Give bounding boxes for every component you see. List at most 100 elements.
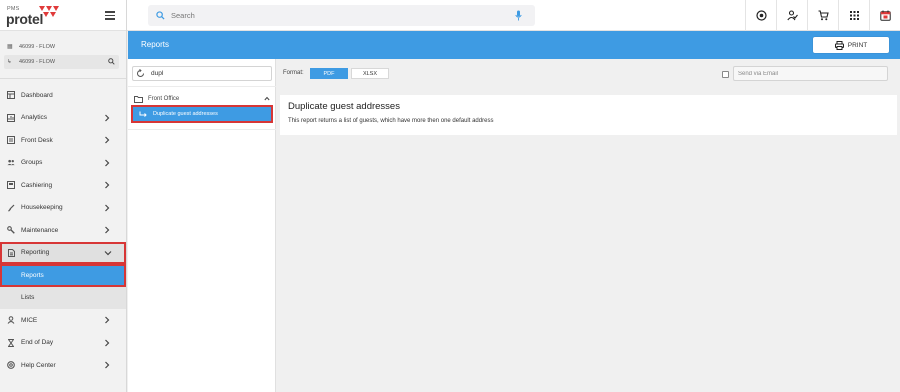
- search-icon[interactable]: [108, 58, 115, 65]
- chevron-right-icon: [105, 226, 110, 234]
- sidebar-item-dashboard[interactable]: Dashboard: [0, 84, 126, 107]
- sidebar-item-label: Help Center: [21, 361, 56, 369]
- cart-button[interactable]: [807, 0, 838, 31]
- page-header: Reports PRINT: [128, 31, 900, 59]
- sidebar-item-mice[interactable]: MICE: [0, 309, 126, 332]
- chevron-right-icon: [105, 204, 110, 211]
- folder-icon: [134, 95, 143, 103]
- send-email-input[interactable]: [733, 66, 888, 81]
- return-arrow-icon: ↳: [7, 59, 12, 65]
- sidebar-item-analytics[interactable]: Analytics: [0, 107, 126, 130]
- property-selector[interactable]: ↳ 46099 - FLOW: [4, 55, 119, 69]
- sidebar-item-label: Housekeeping: [21, 204, 63, 212]
- sidebar-divider: [0, 78, 126, 79]
- chevron-right-icon: [105, 114, 110, 121]
- sidebar: PMS protel ▦ 46099 - FLOW ↳ 46099 - FLOW…: [0, 0, 127, 392]
- report-title: Duplicate guest addresses: [288, 101, 400, 112]
- apps-button[interactable]: [838, 0, 869, 31]
- person-check-icon: [786, 10, 798, 21]
- format-label: Format:: [283, 70, 304, 76]
- sidebar-item-groups[interactable]: Groups: [0, 152, 126, 175]
- sidebar-item-cashiering[interactable]: Cashiering: [0, 174, 126, 197]
- sidebar-item-label: Maintenance: [21, 226, 59, 234]
- logo-mark-icon: [39, 6, 59, 17]
- sidebar-item-label: Groups: [21, 159, 43, 167]
- folder-label: Front Office: [148, 96, 180, 102]
- sidebar-item-label: MICE: [21, 316, 38, 324]
- chevron-right-icon: [105, 136, 110, 144]
- calendar-icon: [879, 10, 891, 21]
- groups-icon: [7, 159, 15, 167]
- sidebar-item-help-center[interactable]: Help Center: [0, 354, 126, 377]
- report-filter[interactable]: [132, 66, 272, 81]
- top-bar: [127, 0, 900, 31]
- broom-icon: [7, 204, 15, 212]
- hamburger-menu-icon[interactable]: [105, 11, 115, 20]
- sidebar-item-label: Dashboard: [21, 91, 53, 99]
- report-description-card: Duplicate guest addresses This report re…: [280, 95, 897, 135]
- check-in-button[interactable]: [776, 0, 807, 31]
- analytics-icon: [7, 113, 15, 122]
- dashboard-icon: [7, 91, 15, 100]
- cart-icon: [818, 10, 829, 21]
- chevron-up-icon[interactable]: [264, 96, 270, 101]
- property-primary: ▦ 46099 - FLOW: [0, 40, 126, 53]
- sidebar-subitem-lists[interactable]: Lists: [0, 286, 126, 309]
- format-xlsx-button[interactable]: XLSX: [351, 68, 389, 79]
- property-secondary-label: 46099 - FLOW: [19, 59, 56, 65]
- sidebar-item-maintenance[interactable]: Maintenance: [0, 219, 126, 242]
- sidebar-item-label: End of Day: [21, 339, 54, 347]
- tree-divider: [128, 129, 276, 130]
- front-desk-icon: [7, 136, 15, 145]
- hourglass-icon: [7, 338, 15, 347]
- cashiering-icon: [7, 181, 15, 190]
- sidebar-item-housekeeping[interactable]: Housekeeping: [0, 197, 126, 220]
- tree-divider: [128, 86, 276, 87]
- microphone-icon[interactable]: [515, 10, 522, 21]
- folder-front-office[interactable]: Front Office: [134, 94, 272, 104]
- chevron-down-icon: [104, 250, 112, 255]
- chevron-right-icon: [105, 181, 110, 189]
- global-search[interactable]: [148, 5, 535, 26]
- search-input[interactable]: [171, 8, 501, 23]
- report-document-icon: [7, 248, 15, 257]
- sidebar-item-label: Analytics: [21, 114, 48, 122]
- grid-icon: [849, 11, 859, 20]
- report-filter-input[interactable]: [151, 68, 266, 79]
- building-icon: ▦: [7, 44, 13, 50]
- lifebuoy-icon: [7, 361, 15, 370]
- format-pdf-button[interactable]: PDF: [310, 68, 348, 79]
- search-icon: [156, 11, 165, 20]
- report-item-duplicate-guest-addresses[interactable]: Duplicate guest addresses: [131, 105, 273, 123]
- sidebar-item-label: Cashiering: [21, 181, 53, 189]
- target-icon: [755, 10, 767, 21]
- sidebar-item-label: Front Desk: [21, 136, 53, 144]
- chevron-right-icon: [105, 361, 110, 369]
- print-button[interactable]: PRINT: [813, 37, 889, 53]
- top-icons: [745, 0, 900, 31]
- report-item-label: Duplicate guest addresses: [153, 111, 218, 117]
- return-arrow-icon: [139, 111, 147, 117]
- wrench-icon: [7, 226, 15, 235]
- sidebar-item-front-desk[interactable]: Front Desk: [0, 129, 126, 152]
- logo-area: PMS protel: [0, 0, 126, 31]
- sidebar-item-end-of-day[interactable]: End of Day: [0, 332, 126, 355]
- chevron-right-icon: [105, 339, 110, 346]
- main-nav: Dashboard Analytics Front Desk Groups Ca…: [0, 84, 126, 377]
- people-icon: [7, 316, 15, 325]
- calendar-button[interactable]: [869, 0, 900, 31]
- property-primary-label: 46099 - FLOW: [19, 43, 56, 50]
- sidebar-subitem-label: Reports: [21, 271, 44, 279]
- chevron-right-icon: [105, 316, 110, 324]
- format-bar: Format: PDF XLSX: [277, 59, 900, 88]
- target-button[interactable]: [745, 0, 776, 31]
- sidebar-item-reporting[interactable]: Reporting: [0, 241, 126, 264]
- send-email-checkbox[interactable]: [722, 71, 729, 78]
- print-button-label: PRINT: [847, 41, 868, 49]
- sidebar-subitem-reports[interactable]: Reports: [0, 264, 126, 287]
- page-title: Reports: [141, 40, 170, 49]
- report-description: This report returns a list of guests, wh…: [288, 118, 494, 124]
- sidebar-item-label: Reporting: [21, 249, 50, 257]
- refresh-icon[interactable]: [136, 69, 145, 78]
- chevron-right-icon: [105, 159, 110, 166]
